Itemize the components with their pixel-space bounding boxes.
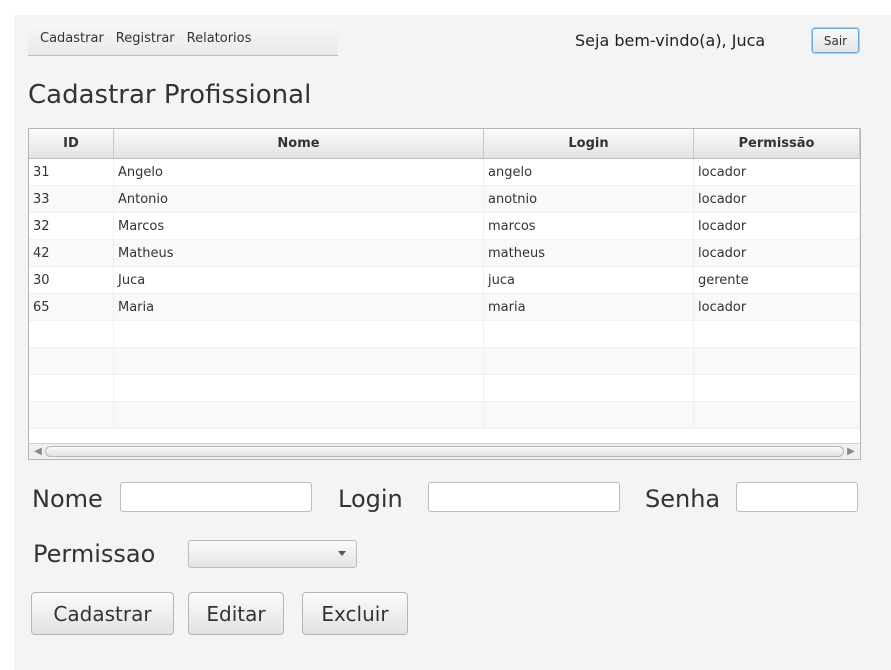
empty-row [29, 375, 860, 402]
editar-button[interactable]: Editar [188, 592, 284, 635]
cell-login: anotnio [484, 186, 694, 212]
cell-permissao: gerente [694, 267, 860, 293]
empty-cell [114, 348, 484, 374]
cell-permissao: locador [694, 159, 860, 185]
table-row[interactable]: 32 Marcos marcos locador [29, 213, 860, 240]
professionals-table: ID Nome Login Permissão 31 Angelo angelo… [28, 128, 861, 460]
login-label: Login [338, 485, 403, 513]
senha-input[interactable] [736, 482, 858, 512]
empty-row [29, 321, 860, 348]
scrollbar-thumb[interactable] [45, 446, 844, 457]
empty-cell [114, 321, 484, 347]
nome-input[interactable] [120, 482, 312, 512]
empty-row [29, 402, 860, 429]
cell-permissao: locador [694, 213, 860, 239]
horizontal-scrollbar[interactable]: ◀ ▶ [29, 443, 860, 459]
empty-cell [29, 375, 114, 401]
cadastrar-button[interactable]: Cadastrar [31, 592, 174, 635]
menu-cadastrar[interactable]: Cadastrar [34, 31, 110, 46]
empty-cell [484, 402, 694, 428]
empty-cell [114, 402, 484, 428]
column-header-nome[interactable]: Nome [114, 129, 484, 158]
table-row[interactable]: 30 Juca juca gerente [29, 267, 860, 294]
chevron-down-icon [338, 551, 346, 556]
empty-cell [694, 402, 860, 428]
welcome-text: Seja bem-vindo(a), Juca [575, 31, 766, 50]
scroll-left-icon[interactable]: ◀ [31, 444, 45, 459]
empty-cell [484, 321, 694, 347]
cell-nome: Marcos [114, 213, 484, 239]
cell-permissao: locador [694, 240, 860, 266]
senha-label: Senha [645, 485, 721, 513]
cell-id: 30 [29, 267, 114, 293]
scroll-right-icon[interactable]: ▶ [844, 444, 858, 459]
empty-cell [694, 375, 860, 401]
login-input[interactable] [428, 482, 620, 512]
table-header: ID Nome Login Permissão [29, 129, 860, 159]
cell-id: 65 [29, 294, 114, 320]
empty-cell [484, 375, 694, 401]
permissao-select[interactable] [188, 540, 357, 568]
cell-login: marcos [484, 213, 694, 239]
menu-relatorios[interactable]: Relatorios [181, 31, 258, 46]
cell-permissao: locador [694, 294, 860, 320]
column-header-id[interactable]: ID [29, 129, 114, 158]
menu-registrar[interactable]: Registrar [110, 31, 181, 46]
cell-nome: Juca [114, 267, 484, 293]
table-body: 31 Angelo angelo locador 33 Antonio anot… [29, 159, 860, 429]
nome-label: Nome [32, 485, 103, 513]
cell-login: matheus [484, 240, 694, 266]
cell-nome: Maria [114, 294, 484, 320]
empty-cell [29, 321, 114, 347]
cell-login: maria [484, 294, 694, 320]
column-header-login[interactable]: Login [484, 129, 694, 158]
empty-cell [484, 348, 694, 374]
empty-cell [694, 321, 860, 347]
table-row[interactable]: 42 Matheus matheus locador [29, 240, 860, 267]
empty-cell [29, 402, 114, 428]
cell-id: 32 [29, 213, 114, 239]
empty-cell [694, 348, 860, 374]
cell-id: 42 [29, 240, 114, 266]
cell-id: 33 [29, 186, 114, 212]
excluir-button[interactable]: Excluir [302, 592, 408, 635]
table-row[interactable]: 65 Maria maria locador [29, 294, 860, 321]
table-row[interactable]: 31 Angelo angelo locador [29, 159, 860, 186]
menu-bar: Cadastrar Registrar Relatorios [28, 22, 338, 56]
empty-row [29, 348, 860, 375]
cell-permissao: locador [694, 186, 860, 212]
table-row[interactable]: 33 Antonio anotnio locador [29, 186, 860, 213]
cell-login: angelo [484, 159, 694, 185]
empty-cell [114, 375, 484, 401]
cell-nome: Antonio [114, 186, 484, 212]
cell-id: 31 [29, 159, 114, 185]
page-title: Cadastrar Profissional [28, 80, 312, 110]
empty-cell [29, 348, 114, 374]
logout-button[interactable]: Sair [812, 28, 859, 53]
column-header-permissao[interactable]: Permissão [694, 129, 860, 158]
cell-nome: Angelo [114, 159, 484, 185]
permissao-label: Permissao [33, 540, 156, 568]
cell-nome: Matheus [114, 240, 484, 266]
cell-login: juca [484, 267, 694, 293]
